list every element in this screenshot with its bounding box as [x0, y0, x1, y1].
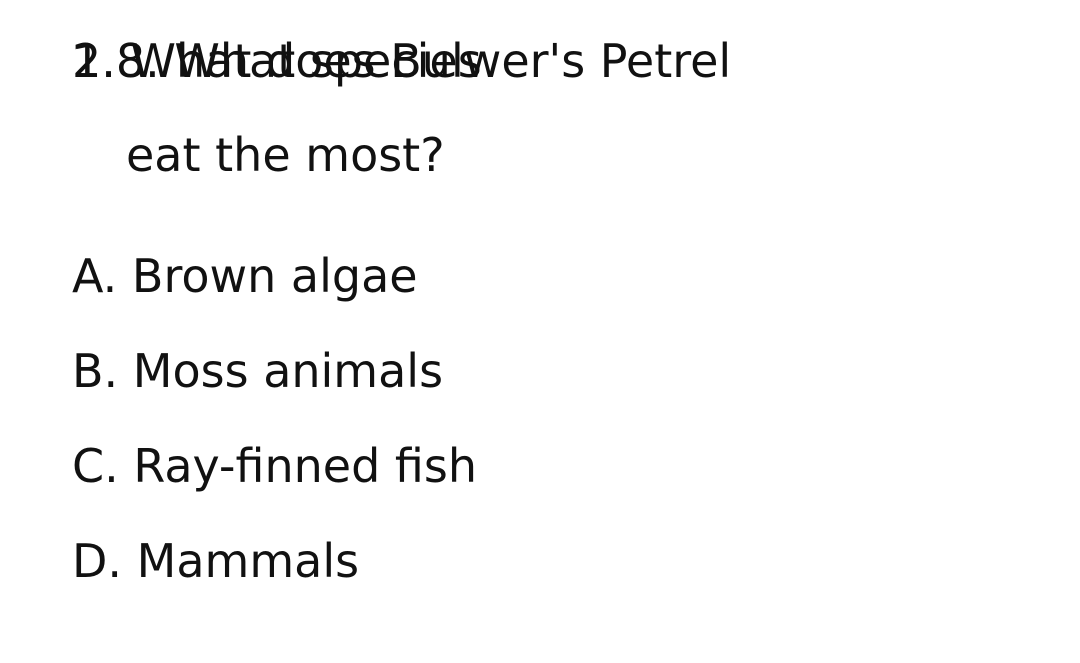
- option-b: B. Moss animals: [72, 344, 444, 398]
- option-c: C. Ray-finned fish: [72, 439, 478, 493]
- option-a: A. Brown algae: [72, 249, 418, 303]
- option-d: D. Mammals: [72, 534, 360, 588]
- question-continuation: eat the most?: [126, 128, 445, 182]
- question-line-overlap-b: 1.8. What species: [72, 34, 482, 88]
- answer-options: A. Brown algae B. Moss animals C. Ray-fi…: [72, 245, 972, 625]
- question-block: 2. What does Bulwer's Petrel 1.8. What s…: [72, 30, 1032, 200]
